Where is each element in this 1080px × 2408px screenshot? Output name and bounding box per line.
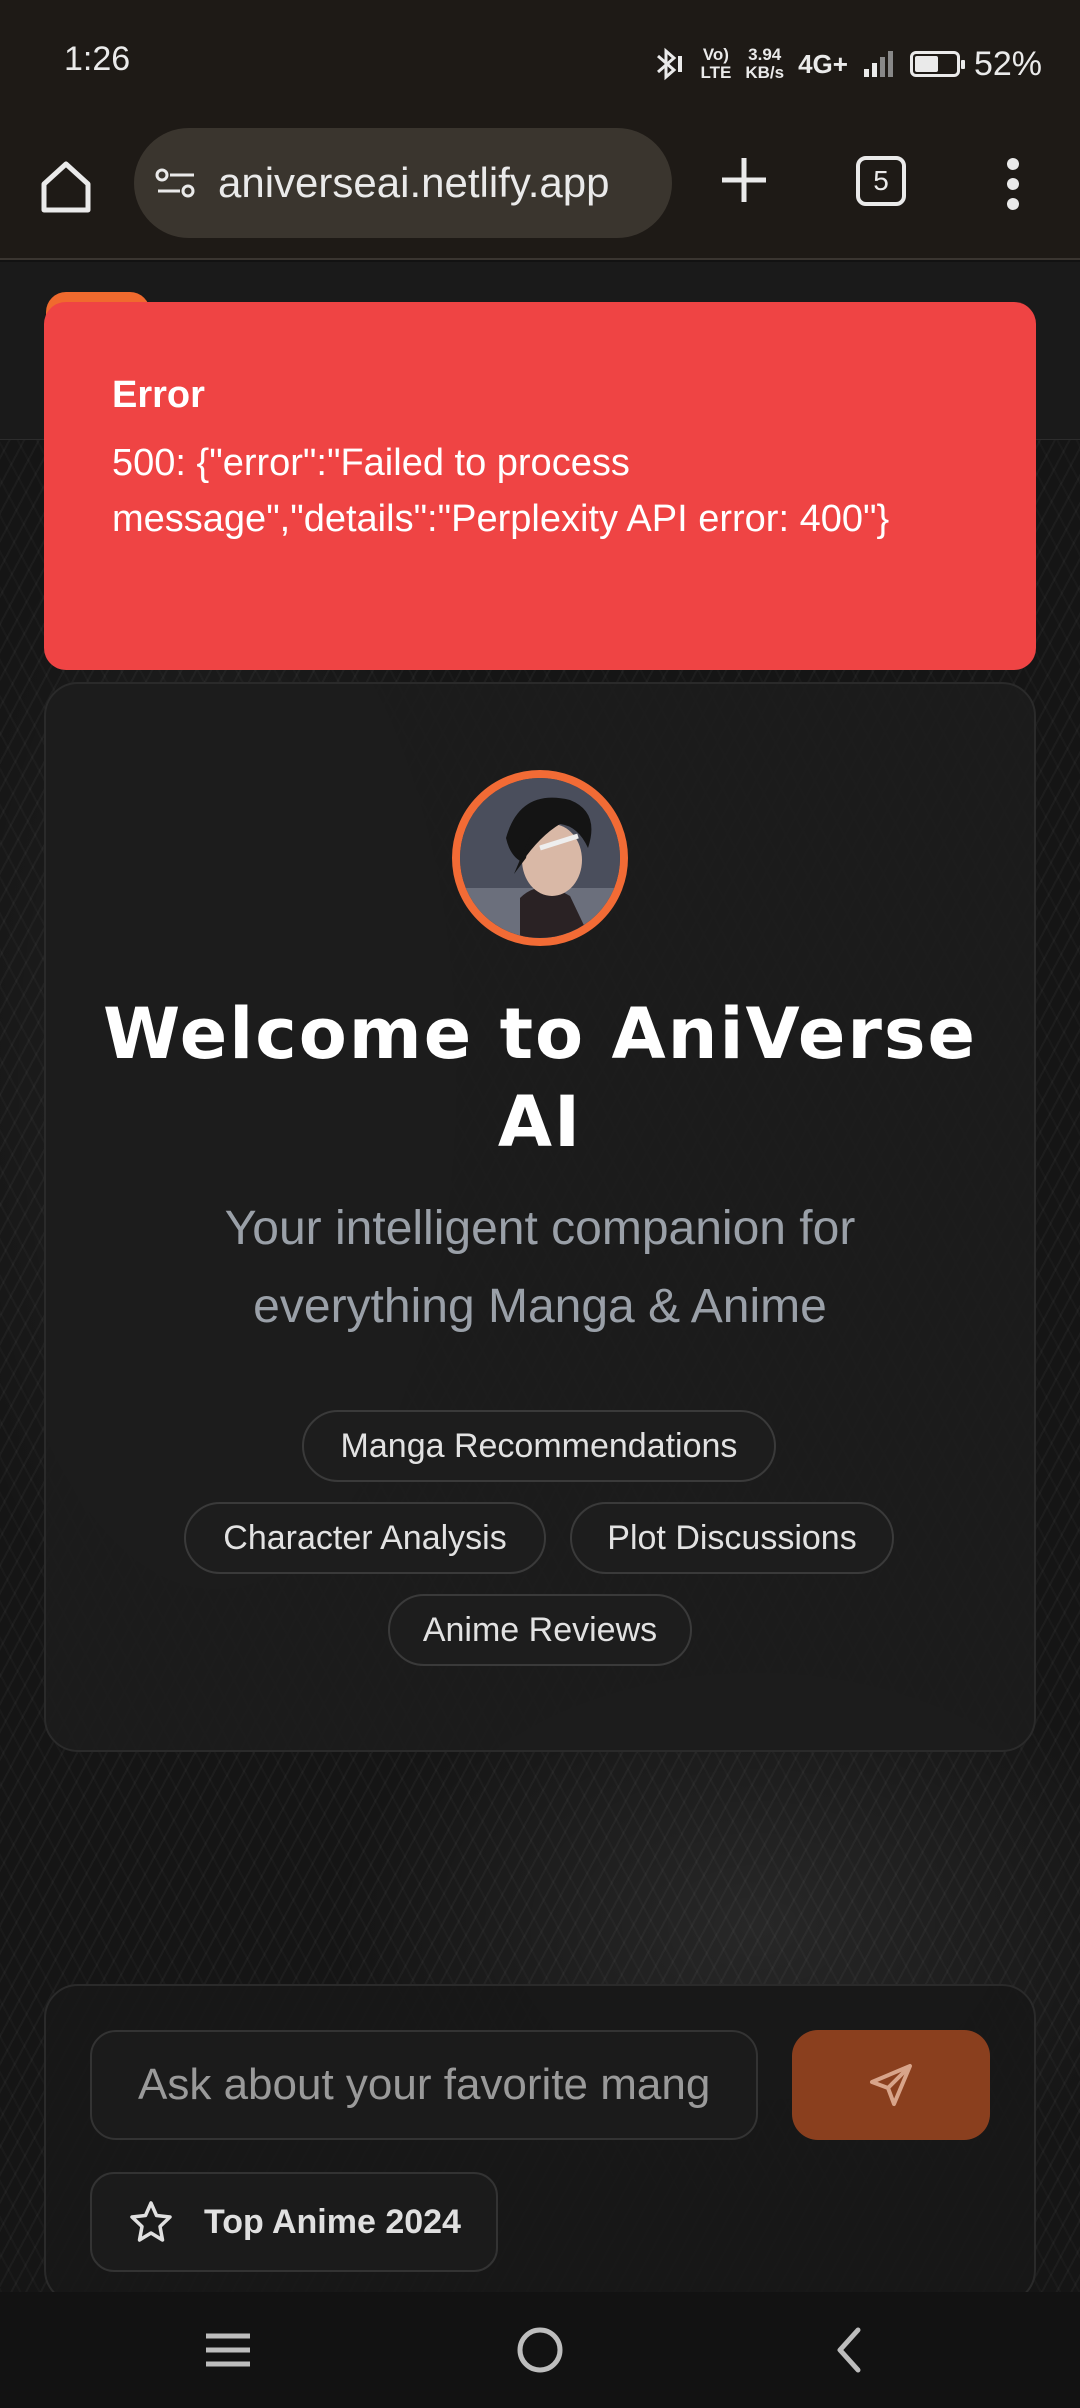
overflow-menu-icon[interactable] xyxy=(996,152,1030,216)
suggestion-label: Top Anime 2024 xyxy=(204,2202,461,2241)
browser-toolbar: aniverseai.netlify.app 5 xyxy=(0,124,1080,260)
welcome-title: Welcome to AniVerse AI xyxy=(103,993,977,1163)
url-text: aniverseai.netlify.app xyxy=(218,159,610,206)
chat-input[interactable] xyxy=(90,2030,758,2140)
avatar xyxy=(452,770,628,946)
status-bar: 1:26 Vo) LTE 3.94 KB/s 4G+ 52% xyxy=(0,0,1080,124)
topic-chip-plot-discussions[interactable]: Plot Discussions xyxy=(570,1502,894,1574)
topic-chip-character-analysis[interactable]: Character Analysis xyxy=(184,1502,546,1574)
network-type: 4G+ xyxy=(798,48,848,79)
back-icon[interactable] xyxy=(820,2320,880,2380)
recent-apps-icon[interactable] xyxy=(198,2320,258,2380)
status-icons: Vo) LTE 3.94 KB/s 4G+ 52% xyxy=(652,38,1042,90)
error-toast[interactable]: Error 500: {"error":"Failed to process m… xyxy=(44,302,1036,670)
error-title: Error xyxy=(112,374,205,416)
site-settings-icon[interactable] xyxy=(154,163,198,203)
star-icon xyxy=(130,2201,172,2242)
suggestion-button-top-anime[interactable]: Top Anime 2024 xyxy=(90,2172,498,2272)
system-nav-bar xyxy=(0,2292,1080,2408)
tab-switcher-button[interactable]: 5 xyxy=(856,156,906,206)
welcome-subtitle: Your intelligent companion for everythin… xyxy=(224,1202,856,1333)
network-speed: 3.94 KB/s xyxy=(745,45,785,82)
url-bar[interactable]: aniverseai.netlify.app xyxy=(134,128,672,238)
topic-chip-anime-reviews[interactable]: Anime Reviews xyxy=(388,1594,692,1666)
status-time: 1:26 xyxy=(64,40,131,78)
topic-chip-manga-recommendations[interactable]: Manga Recommendations xyxy=(302,1410,776,1482)
bluetooth-icon xyxy=(657,47,683,81)
home-icon[interactable] xyxy=(34,154,98,218)
send-icon xyxy=(870,2064,912,2106)
error-message: 500: {"error":"Failed to process message… xyxy=(112,442,890,540)
battery-percent: 52% xyxy=(973,44,1042,83)
battery-icon xyxy=(909,51,965,77)
volte-indicator: Vo) LTE xyxy=(700,45,732,82)
send-button[interactable] xyxy=(792,2030,990,2140)
new-tab-icon[interactable] xyxy=(712,148,776,212)
home-nav-icon[interactable] xyxy=(510,2320,570,2380)
character-avatar-image xyxy=(460,778,620,938)
signal-icon xyxy=(863,51,893,77)
